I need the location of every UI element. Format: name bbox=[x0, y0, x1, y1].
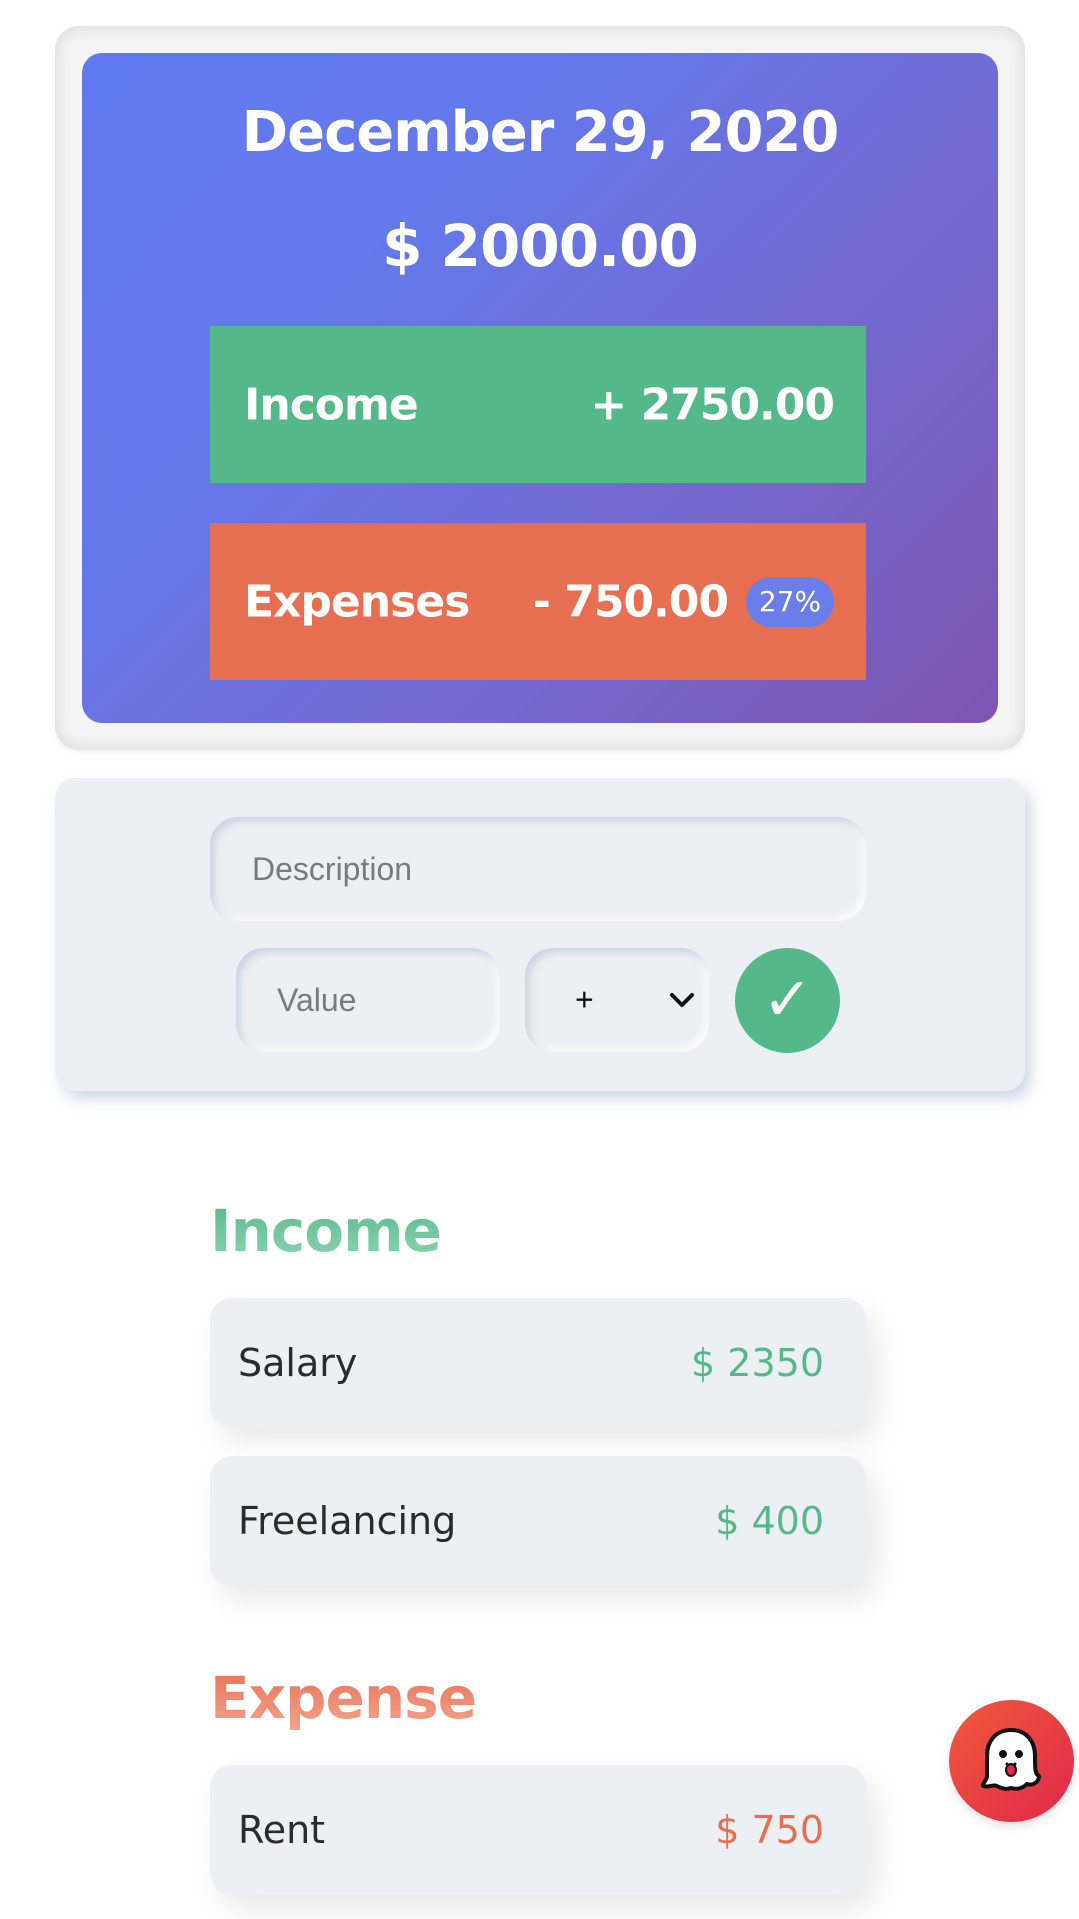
item-amount: $ 750 bbox=[715, 1808, 824, 1852]
income-summary-label: Income bbox=[244, 379, 419, 430]
date-title: December 29, 2020 bbox=[241, 100, 840, 165]
chevron-down-icon bbox=[670, 993, 694, 1007]
ghost-icon bbox=[981, 1728, 1041, 1791]
item-name: Salary bbox=[238, 1341, 358, 1385]
expenses-summary-label: Expenses bbox=[244, 576, 470, 627]
ghost-fab-button[interactable] bbox=[949, 1700, 1074, 1822]
list-item: Salary $ 2350 bbox=[210, 1298, 866, 1428]
expenses-summary-value: - 750.00 bbox=[532, 576, 729, 627]
item-amount: $ 2350 bbox=[691, 1341, 824, 1385]
income-list-title: Income bbox=[210, 1197, 442, 1265]
item-amount: $ 400 bbox=[715, 1499, 824, 1543]
check-icon: ✓ bbox=[762, 965, 813, 1035]
budget-app: December 29, 2020 $ 2000.00 Income + 275… bbox=[0, 0, 1079, 1919]
expense-list-title: Expense bbox=[210, 1664, 477, 1732]
description-input[interactable] bbox=[210, 817, 866, 921]
submit-button[interactable]: ✓ bbox=[735, 948, 840, 1053]
item-name: Rent bbox=[238, 1808, 326, 1852]
expenses-summary-box: Expenses - 750.00 27% bbox=[210, 523, 866, 680]
item-name: Freelancing bbox=[238, 1499, 457, 1543]
list-item: Rent $ 750 bbox=[210, 1765, 866, 1895]
expenses-percent-badge: 27% bbox=[746, 576, 834, 627]
list-item: Freelancing $ 400 bbox=[210, 1456, 866, 1586]
balance-total: $ 2000.00 bbox=[382, 212, 699, 280]
income-summary-value: + 2750.00 bbox=[590, 379, 835, 430]
income-summary-box: Income + 2750.00 bbox=[210, 326, 866, 483]
value-input[interactable] bbox=[236, 948, 500, 1052]
type-select[interactable]: + bbox=[525, 948, 709, 1052]
type-select-value: + bbox=[575, 981, 594, 1018]
